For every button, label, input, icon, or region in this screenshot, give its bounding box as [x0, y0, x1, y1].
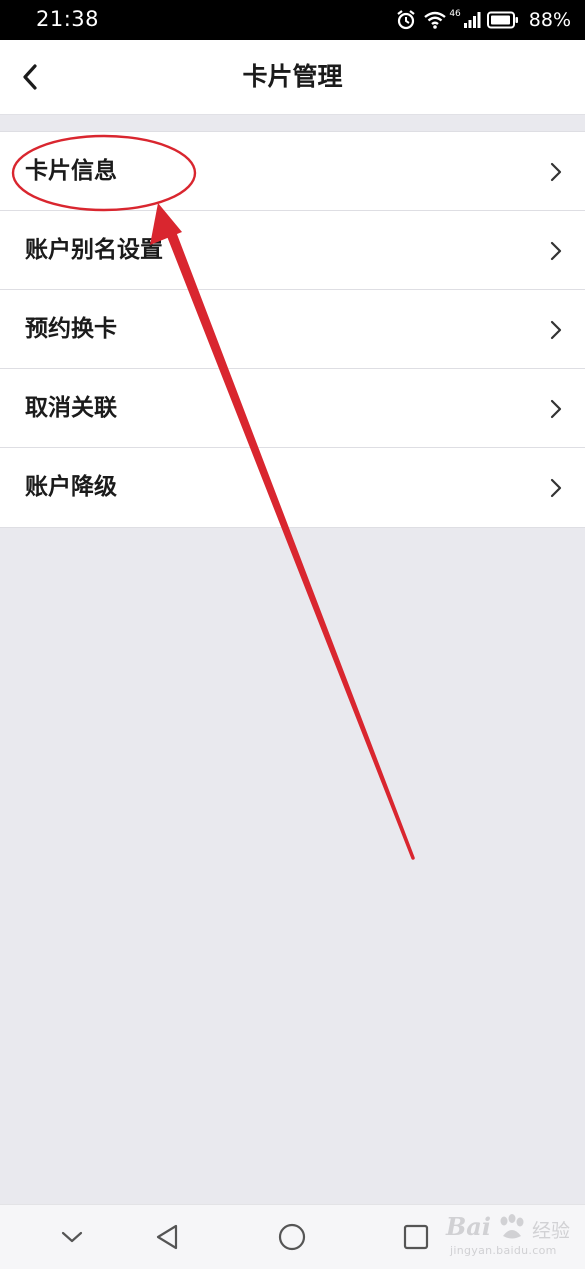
recents-square-icon — [403, 1224, 429, 1250]
alarm-icon — [397, 10, 415, 30]
back-button[interactable] — [6, 51, 54, 103]
wifi-icon — [424, 11, 447, 29]
baidu-jingyan-watermark: Bai 经验 jingyan.baidu.com — [446, 1212, 576, 1262]
signal-icon — [463, 12, 481, 28]
menu-item-label: 预约换卡 — [25, 316, 117, 342]
watermark-site: jingyan.baidu.com — [450, 1244, 557, 1257]
system-back-button[interactable] — [145, 1215, 189, 1259]
system-recents-button[interactable] — [394, 1215, 438, 1259]
menu-list: 卡片信息 账户别名设置 预约换卡 取消关联 账户降级 — [0, 131, 585, 528]
system-home-button[interactable] — [270, 1215, 314, 1259]
menu-item-label: 取消关联 — [25, 395, 117, 421]
header-bar: 卡片管理 — [0, 40, 585, 115]
battery-percent: 88% — [528, 9, 571, 31]
watermark-brand: Bai — [446, 1212, 491, 1241]
menu-item-label: 账户别名设置 — [25, 237, 163, 263]
menu-item-label: 账户降级 — [25, 474, 117, 500]
status-bar: 21:38 46 88% — [0, 0, 585, 40]
back-triangle-icon — [156, 1224, 178, 1250]
battery-icon — [486, 11, 518, 29]
chevron-left-icon — [23, 64, 37, 90]
watermark-brand-tail: 经验 — [532, 1220, 571, 1242]
status-icons: 46 88% — [395, 6, 571, 34]
chevron-right-icon — [550, 399, 562, 419]
chevron-right-icon — [550, 478, 562, 498]
chevron-right-icon — [550, 241, 562, 261]
menu-item-account-alias[interactable]: 账户别名设置 — [0, 211, 585, 290]
paw-icon — [500, 1214, 524, 1239]
chevron-right-icon — [550, 320, 562, 340]
menu-item-reserve-card-replace[interactable]: 预约换卡 — [0, 290, 585, 369]
collapse-button[interactable] — [50, 1215, 94, 1259]
chevron-right-icon — [550, 162, 562, 182]
network-type-label: 46 — [449, 9, 461, 19]
home-circle-icon — [278, 1223, 306, 1251]
menu-item-account-downgrade[interactable]: 账户降级 — [0, 448, 585, 528]
chevron-down-icon — [61, 1231, 83, 1243]
status-time: 21:38 — [36, 7, 100, 31]
page-title: 卡片管理 — [242, 62, 343, 91]
menu-item-cancel-link[interactable]: 取消关联 — [0, 369, 585, 448]
menu-item-label: 卡片信息 — [25, 158, 117, 184]
menu-item-card-info[interactable]: 卡片信息 — [0, 132, 585, 211]
